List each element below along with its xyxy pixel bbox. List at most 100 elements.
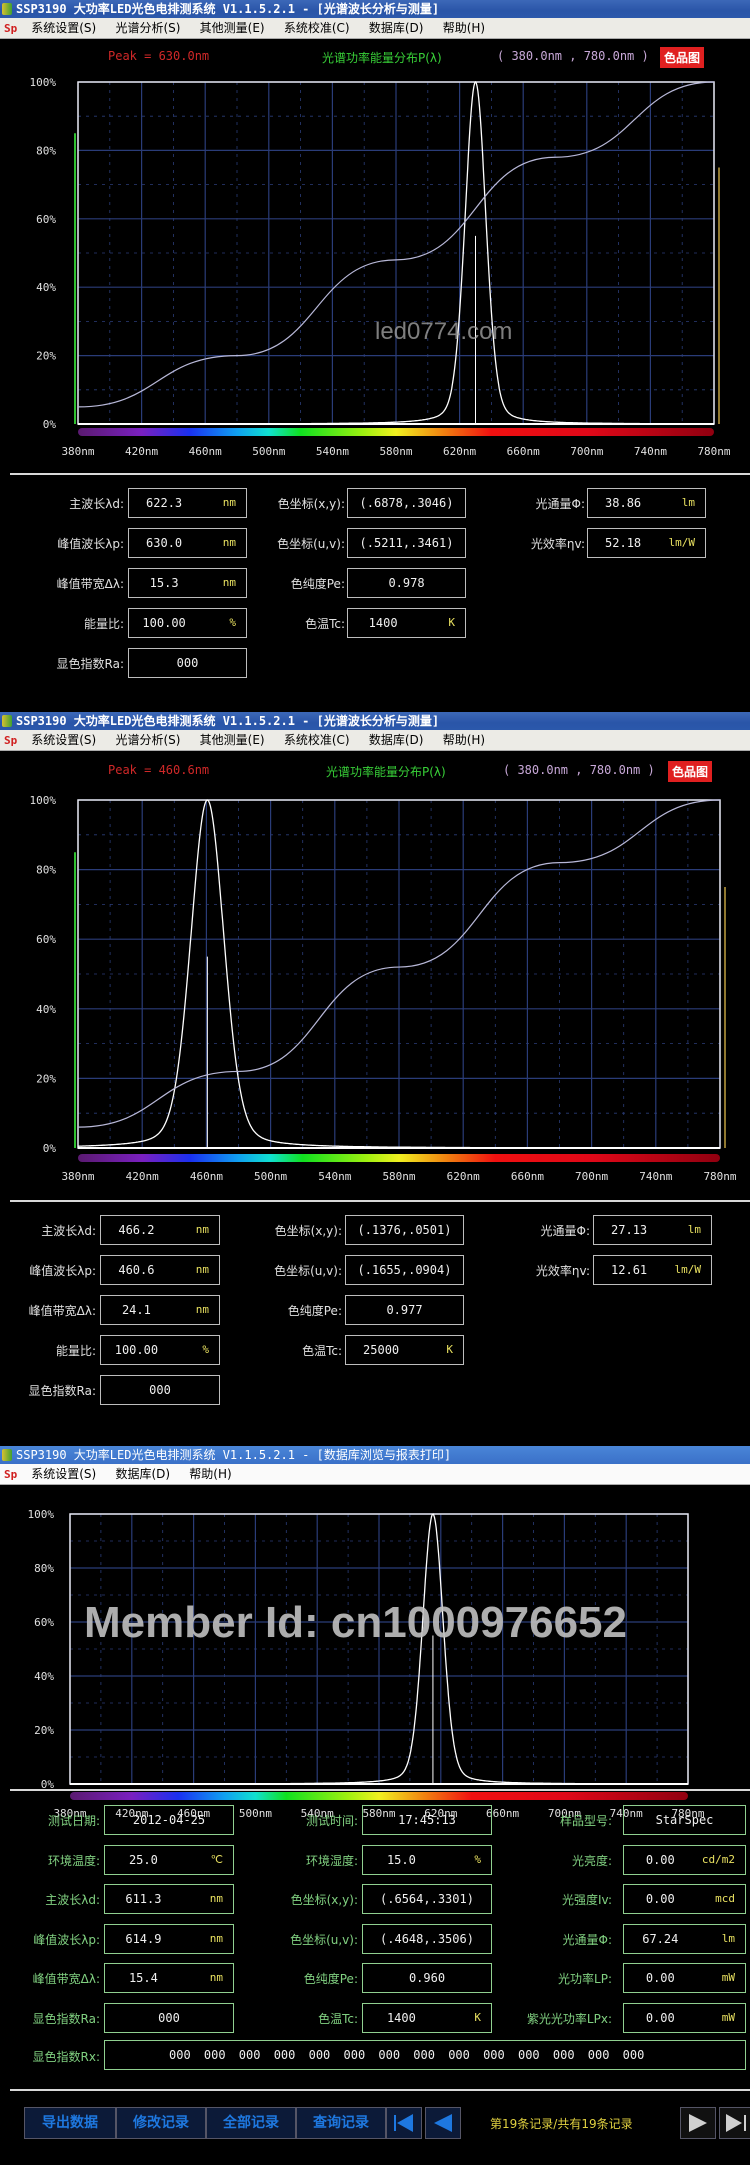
- y-tick-label: 40%: [36, 1003, 56, 1016]
- x-tick-label: 620nm: [447, 1170, 480, 1183]
- x-tick-label: 380nm: [61, 445, 94, 458]
- menu-spectrum-analysis[interactable]: 光谱分析(S): [115, 730, 180, 750]
- menu-help[interactable]: 帮助(H): [189, 1464, 231, 1484]
- field-value: (.4648,.3506): [380, 1931, 474, 1946]
- first-record-button[interactable]: [386, 2107, 422, 2139]
- value-field: 12.61 lm/W: [593, 1255, 712, 1285]
- field-value: 611.3: [125, 1892, 162, 1906]
- spectrum-chart: 0% 20% 40% 60% 80% 100% 380nm 420nm 460nm 500nm 54…: [30, 794, 737, 1183]
- x-tick-label: 580nm: [379, 445, 412, 458]
- value-field: (.6564,.3301): [362, 1884, 492, 1914]
- x-tick-label: 460nm: [190, 1170, 223, 1183]
- title-bar: SSP3190 大功率LED光色电排测系统 V1.1.5.2.1 - [光谱波长…: [0, 712, 750, 730]
- window-2: SSP3190 大功率LED光色电排测系统 V1.1.5.2.1 - [光谱波长…: [0, 712, 750, 1442]
- value-field: 1400 K: [362, 2002, 492, 2033]
- field-unit: mW: [721, 2010, 735, 2024]
- y-tick-label: 0%: [43, 418, 57, 431]
- value-field: 25.0 ℃: [104, 1844, 234, 1875]
- x-tick-label: 500nm: [252, 445, 285, 458]
- field-value: 25000: [363, 1343, 400, 1357]
- window-1: SSP3190 大功率LED光色电排测系统 V1.1.5.2.1 - [光谱波长…: [0, 0, 750, 712]
- x-tick-label: 500nm: [254, 1170, 287, 1183]
- field-label: 峰值带宽Δλ:: [28, 1304, 96, 1318]
- field-label: 显色指数Ra:: [32, 2011, 100, 2026]
- field-value: 25.0: [128, 1852, 158, 1867]
- menu-help[interactable]: 帮助(H): [443, 730, 485, 750]
- field-value: 0.00: [645, 1971, 675, 1985]
- last-record-button[interactable]: [719, 2107, 750, 2139]
- export-data-button[interactable]: 导出数据: [24, 2107, 116, 2139]
- menu-calibration[interactable]: 系统校准(C): [284, 18, 350, 38]
- field-label: 峰值带宽Δλ:: [56, 577, 124, 591]
- menu-other-measure[interactable]: 其他测量(E): [200, 730, 265, 750]
- all-records-button[interactable]: 全部记录: [206, 2107, 296, 2139]
- y-tick-label: 80%: [34, 1562, 54, 1575]
- x-tick-label: 700nm: [570, 445, 603, 458]
- field-label: 色坐标(x,y):: [277, 497, 345, 511]
- field-label: 光通量Φ:: [562, 1932, 613, 1947]
- menu-spectrum-analysis[interactable]: 光谱分析(S): [115, 18, 180, 38]
- query-record-button[interactable]: 查询记录: [296, 2107, 386, 2139]
- field-unit: lm/W: [674, 1263, 702, 1276]
- value-field: 000: [104, 2002, 234, 2033]
- menu-calibration[interactable]: 系统校准(C): [284, 730, 350, 750]
- field-unit: lm: [687, 1223, 701, 1236]
- field-label: 色温Tc:: [318, 2011, 358, 2026]
- field-value: 0.00: [645, 1852, 675, 1867]
- menu-database[interactable]: 数据库(D): [369, 730, 424, 750]
- value-field: 1400 K: [347, 608, 466, 638]
- field-label: 色纯度Pe:: [303, 1972, 358, 1986]
- value-field: 27.13 lm: [593, 1215, 712, 1245]
- field-label: 主波长λd:: [69, 497, 124, 511]
- menu-system-settings[interactable]: 系统设置(S): [31, 18, 96, 38]
- field-value: 0.978: [388, 576, 425, 590]
- field-unit: nm: [195, 1303, 209, 1316]
- spectrum-chart: 0% 20% 40% 60% 80% 100% 380nm 420nm 460nm 500nm 54…: [30, 76, 731, 458]
- field-label: 环境湿度:: [305, 1853, 358, 1868]
- edit-record-button[interactable]: 修改记录: [116, 2107, 206, 2139]
- separator: [10, 1200, 750, 1202]
- y-tick-label: 60%: [36, 213, 56, 226]
- field-label: 显色指数Ra:: [56, 657, 124, 671]
- y-tick-label: 40%: [34, 1670, 54, 1683]
- menu-system-settings[interactable]: 系统设置(S): [31, 730, 96, 750]
- next-record-button[interactable]: [680, 2107, 716, 2139]
- value-field: 0.977: [345, 1295, 464, 1325]
- field-label: 光效率ηv:: [530, 537, 585, 551]
- prev-record-button[interactable]: [425, 2107, 461, 2139]
- menu-help[interactable]: 帮助(H): [443, 18, 485, 38]
- field-label: 显色指数Ra:: [28, 1384, 96, 1398]
- next-record-icon: [689, 2114, 707, 2132]
- y-tick-label: 60%: [36, 933, 56, 946]
- menu-bar: Sp 系统设置(S) 数据库(D) 帮助(H): [0, 1464, 750, 1485]
- field-label: 测试日期:: [47, 1814, 100, 1828]
- x-tick-label: 700nm: [575, 1170, 608, 1183]
- window-title: SSP3190 大功率LED光色电排测系统 V1.1.5.2.1 - [光谱波长…: [16, 714, 440, 728]
- value-field: 000: [100, 1375, 220, 1405]
- menu-database[interactable]: 数据库(D): [369, 18, 424, 38]
- value-field: 67.24 lm: [623, 1923, 746, 1954]
- y-tick-label: 60%: [34, 1616, 54, 1629]
- field-value: 000: [176, 656, 199, 670]
- y-tick-label: 20%: [36, 350, 56, 363]
- field-unit: nm: [209, 1892, 223, 1905]
- field-label: 样品型号:: [559, 1814, 612, 1828]
- field-unit: ℃: [210, 1852, 223, 1866]
- menu-system-settings[interactable]: 系统设置(S): [31, 1464, 96, 1484]
- field-unit: mcd: [715, 1892, 735, 1905]
- field-label: 光功率LP:: [558, 1972, 612, 1986]
- field-label: 峰值带宽Δλ:: [32, 1972, 100, 1986]
- field-label: 色纯度Pe:: [290, 577, 345, 591]
- y-tick-label: 100%: [30, 76, 57, 89]
- field-value: (.6564,.3301): [380, 1892, 474, 1906]
- y-tick-label: 40%: [36, 281, 56, 294]
- menu-database[interactable]: 数据库(D): [115, 1464, 170, 1484]
- rx-label: 显色指数Rx:: [32, 2050, 100, 2064]
- value-field: 52.18 lm/W: [587, 528, 706, 558]
- spectrum-color-bar: [70, 1792, 688, 1800]
- field-value: (.6878,.3046): [359, 496, 454, 510]
- field-label: 光效率ηv:: [535, 1264, 590, 1278]
- menu-other-measure[interactable]: 其他测量(E): [200, 18, 265, 38]
- field-value: 614.9: [125, 1931, 162, 1946]
- field-unit: K: [474, 2010, 481, 2024]
